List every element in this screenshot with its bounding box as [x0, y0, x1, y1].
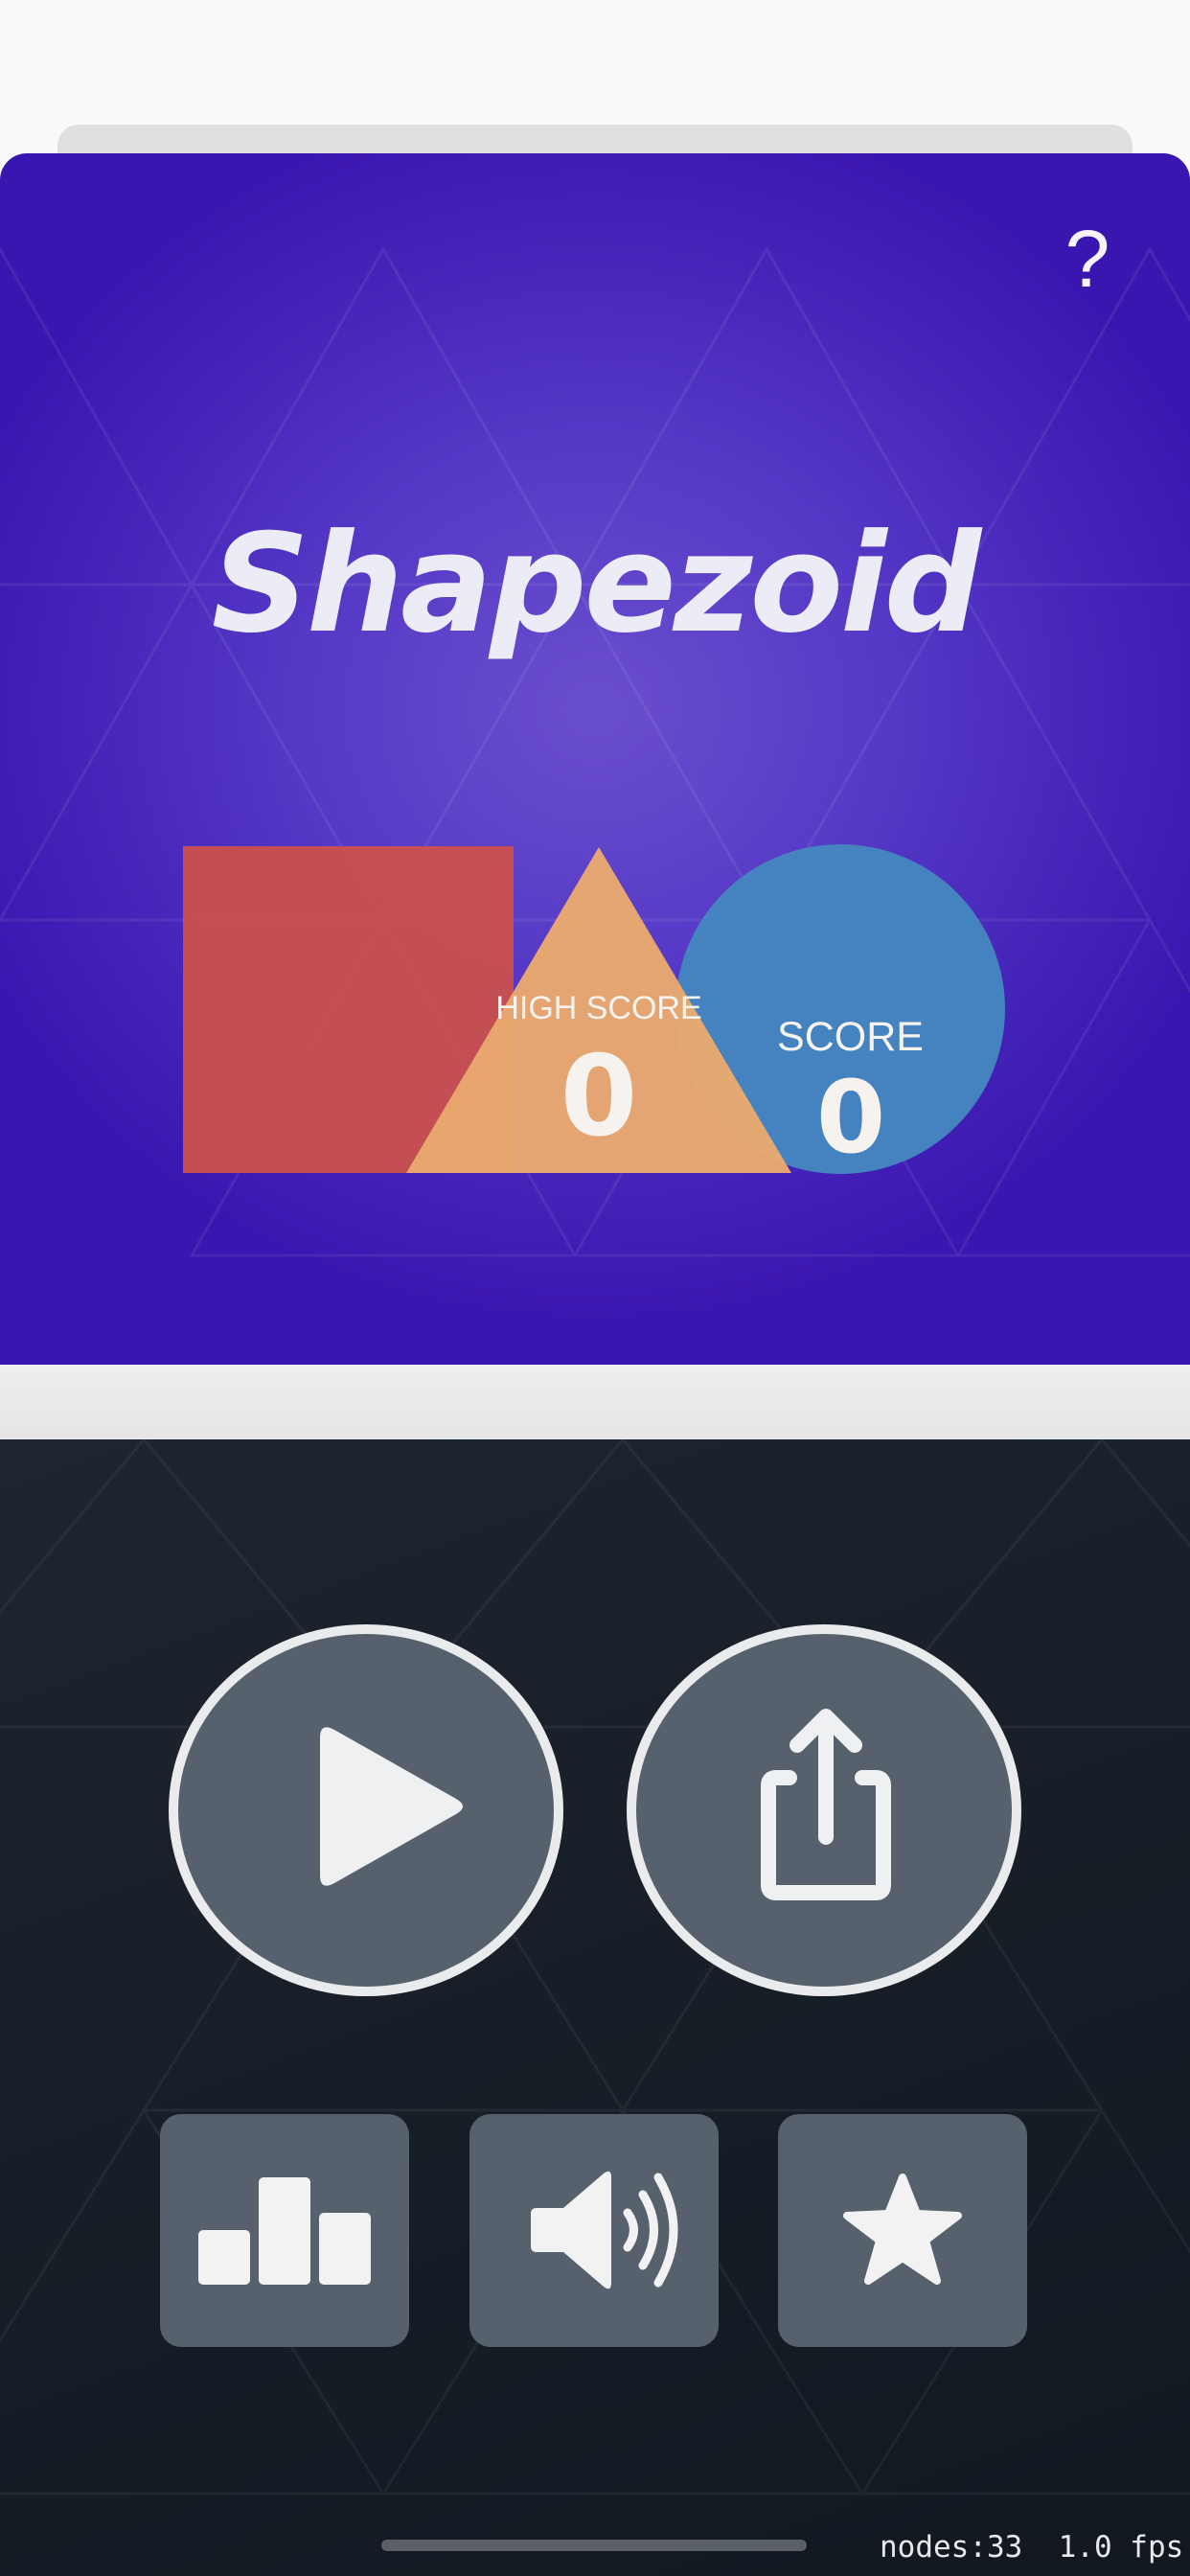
play-icon: [320, 1727, 463, 1886]
fps-readout: 1.0 fps: [1058, 2530, 1184, 2564]
background-pattern: [0, 1439, 1190, 2496]
share-button[interactable]: [627, 1624, 1021, 1996]
score-shapes: HIGH SCORE 0 SCORE 0: [0, 690, 1190, 1188]
share-icon: [761, 1709, 891, 1900]
sound-button[interactable]: [469, 2114, 719, 2347]
panel-divider: [0, 1365, 1190, 1439]
title-panel: ? Shapezoid HIGH SCORE 0 SCORE 0: [0, 153, 1190, 1365]
star-icon: [843, 2174, 962, 2285]
rate-button[interactable]: [778, 2114, 1027, 2347]
high-score-value: 0: [560, 1032, 638, 1162]
play-button[interactable]: [169, 1624, 563, 1996]
help-button[interactable]: ?: [1054, 211, 1121, 307]
score-label: SCORE: [777, 1014, 924, 1060]
leaderboard-icon: [198, 2177, 371, 2285]
game-title: Shapezoid: [211, 505, 982, 663]
home-indicator[interactable]: [381, 2540, 807, 2551]
controls-panel: [0, 1439, 1190, 2576]
score-value: 0: [815, 1059, 886, 1176]
nodes-count: nodes:33: [880, 2530, 1023, 2564]
leaderboard-button[interactable]: [160, 2114, 409, 2347]
speaker-icon: [531, 2171, 678, 2289]
debug-stats: nodes:33 1.0 fps: [880, 2526, 1186, 2568]
high-score-label: HIGH SCORE: [495, 990, 702, 1026]
